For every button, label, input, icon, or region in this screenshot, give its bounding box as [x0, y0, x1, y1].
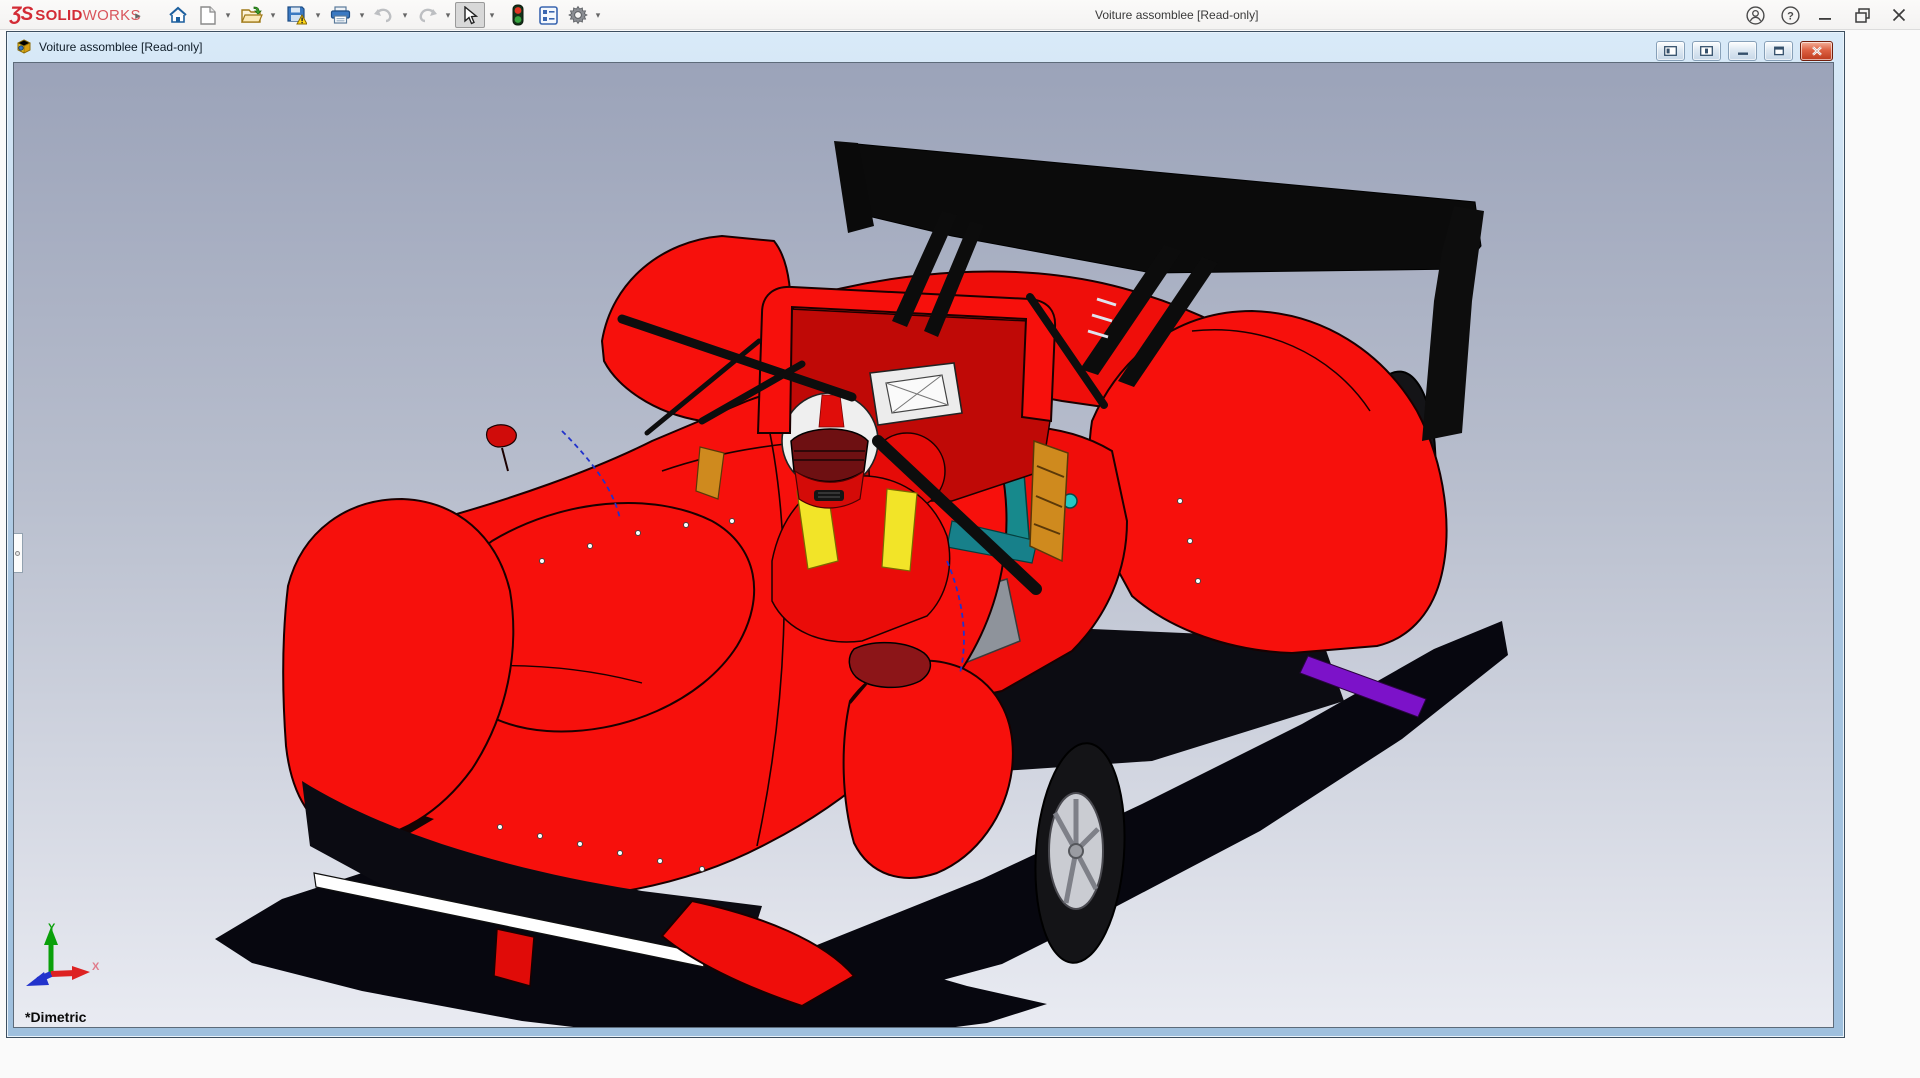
save-dropdown[interactable]: ▾ [311, 2, 325, 28]
solidworks-logo-glyph: ƷS [10, 4, 32, 26]
print-icon [330, 6, 351, 24]
print-dropdown[interactable]: ▾ [355, 2, 369, 28]
open-icon [241, 6, 263, 24]
traffic-light-icon [512, 4, 524, 26]
document-window: Voiture assomblee [Read-only] [6, 31, 1845, 1038]
featuremanager-collapsed-tab[interactable] [13, 533, 23, 573]
minimize-button[interactable] [1812, 0, 1838, 30]
open-button[interactable] [237, 2, 267, 28]
document-title: Voiture assomblee [Read-only] [39, 40, 202, 54]
rebuild-button[interactable] [503, 2, 533, 28]
restore-icon [1854, 7, 1871, 24]
orientation-triad: Y X [20, 919, 110, 1005]
undo-button[interactable] [368, 2, 398, 28]
app-window-title: Voiture assomblee [Read-only] [1095, 0, 1258, 30]
graphics-viewport[interactable]: Y X *Dimetric [13, 62, 1834, 1028]
minimize-icon [1817, 7, 1833, 23]
svg-text:?: ? [1787, 10, 1794, 22]
assembly-icon [16, 39, 33, 55]
document-close-icon [1811, 46, 1823, 56]
settings-dropdown[interactable]: ▾ [591, 2, 605, 28]
document-restore-icon [1773, 46, 1785, 56]
new-document-icon [200, 6, 216, 25]
open-dropdown[interactable]: ▾ [266, 2, 280, 28]
select-cursor-icon [463, 6, 478, 25]
solidworks-logo: ƷS SOLID WORKS [10, 0, 141, 30]
account-button[interactable] [1742, 0, 1768, 30]
undo-icon [373, 7, 393, 23]
pane-collapse-right-button[interactable] [1692, 41, 1721, 61]
triad-x-label: X [92, 961, 100, 973]
view-orientation-label: *Dimetric [25, 1009, 86, 1025]
redo-icon [418, 7, 438, 23]
triad-y-label: Y [48, 922, 56, 934]
gear-icon [568, 5, 588, 25]
undo-dropdown[interactable]: ▾ [398, 2, 412, 28]
select-tool-dropdown[interactable]: ▾ [485, 2, 499, 28]
home-icon [168, 6, 188, 24]
help-icon: ? [1781, 6, 1800, 25]
document-minimize-button[interactable] [1728, 41, 1757, 61]
restore-button[interactable] [1849, 0, 1875, 30]
redo-dropdown[interactable]: ▾ [441, 2, 455, 28]
document-minimize-icon [1737, 46, 1749, 56]
featuremanager-tab-dot [15, 551, 20, 556]
document-restore-button[interactable] [1764, 41, 1793, 61]
document-title-bar[interactable]: Voiture assomblee [Read-only] [7, 32, 1844, 62]
close-button[interactable] [1886, 0, 1912, 30]
options-list-icon [539, 6, 558, 25]
select-tool-button[interactable] [455, 2, 485, 28]
help-button[interactable]: ? [1777, 0, 1803, 30]
menu-expand-arrow[interactable]: ▸ [130, 0, 146, 30]
pane-collapse-left-button[interactable] [1656, 41, 1685, 61]
new-document-button[interactable] [193, 2, 223, 28]
account-icon [1746, 6, 1765, 25]
car-assembly-model [14, 63, 1834, 1028]
close-icon [1891, 7, 1907, 23]
save-icon [287, 5, 307, 25]
home-button[interactable] [163, 2, 193, 28]
app-title-bar: ƷS SOLID WORKS ▸ ▾ ▾ [0, 0, 1920, 30]
print-button[interactable] [325, 2, 355, 28]
settings-button[interactable] [563, 2, 593, 28]
save-button[interactable] [282, 2, 312, 28]
pane-left-icon [1664, 46, 1677, 56]
pane-right-icon [1700, 46, 1713, 56]
task-pane-button[interactable] [533, 2, 563, 28]
redo-button[interactable] [413, 2, 443, 28]
new-document-dropdown[interactable]: ▾ [221, 2, 235, 28]
document-close-button[interactable] [1800, 41, 1833, 61]
